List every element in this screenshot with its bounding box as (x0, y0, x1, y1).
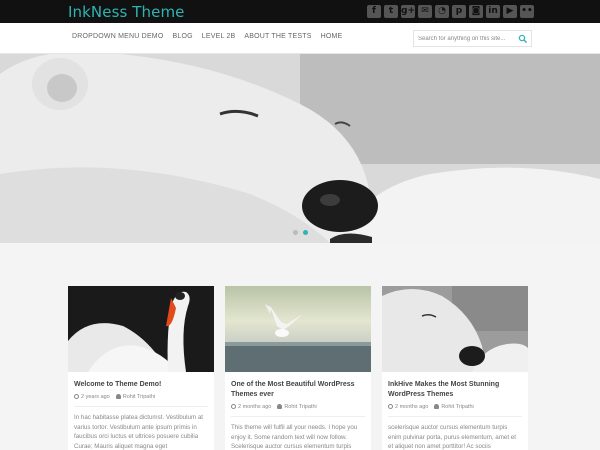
facebook-icon[interactable]: f (367, 5, 381, 18)
main-menu: DROPDOWN MENU DEMO BLOG LEVEL 2B ABOUT T… (72, 33, 342, 40)
email-icon[interactable]: ✉ (418, 5, 432, 18)
post-meta: 2 years ago Rohit Tripathi (74, 394, 208, 407)
post-date: 2 months ago (395, 404, 429, 410)
rss-icon[interactable]: ◔ (435, 5, 449, 18)
user-icon (115, 394, 121, 400)
linkedin-icon[interactable]: in (486, 5, 500, 18)
post-excerpt: In hac habitasse platea dictumst. Vestib… (74, 414, 203, 450)
clock-icon (231, 404, 236, 410)
nav-item-home[interactable]: HOME (321, 33, 343, 40)
search-icon[interactable] (518, 34, 528, 44)
twitter-icon[interactable]: t (384, 5, 398, 18)
social-icons: f t g+ ✉ ◔ p ◙ in ▶ •• (367, 5, 534, 18)
post-thumbnail-swan[interactable] (68, 286, 214, 372)
post-card[interactable]: One of the Most Beautiful WordPress Them… (225, 286, 371, 450)
post-author[interactable]: Rohit Tripathi (284, 404, 316, 410)
google-plus-icon[interactable]: g+ (401, 5, 415, 18)
post-title[interactable]: Welcome to Theme Demo! (74, 380, 208, 390)
search-box (413, 30, 532, 47)
top-bar: InkNess Theme f t g+ ✉ ◔ p ◙ in ▶ •• (0, 0, 600, 23)
slider-dot-active[interactable] (303, 230, 308, 235)
clock-icon (388, 404, 393, 410)
nav-item-blog[interactable]: BLOG (173, 33, 193, 40)
instagram-icon[interactable]: ◙ (469, 5, 483, 18)
post-title[interactable]: InkHive Makes the Most Stunning WordPres… (388, 380, 522, 400)
hero-slider[interactable] (0, 54, 600, 243)
post-title[interactable]: One of the Most Beautiful WordPress Them… (231, 380, 365, 400)
search-input[interactable] (418, 34, 516, 44)
post-excerpt: scelerisque auctor cursus elementum turp… (388, 424, 516, 450)
nav-item-level-2b[interactable]: LEVEL 2B (202, 33, 236, 40)
post-author[interactable]: Rohit Tripathi (441, 404, 473, 410)
post-thumbnail-gull[interactable] (225, 286, 371, 372)
polar-bear-image (0, 54, 600, 243)
post-card[interactable]: Welcome to Theme Demo! 2 years ago Rohit… (68, 286, 214, 450)
post-meta: 2 months ago Rohit Tripathi (231, 404, 365, 417)
post-date: 2 months ago (238, 404, 272, 410)
post-meta: 2 months ago Rohit Tripathi (388, 404, 522, 417)
post-author[interactable]: Rohit Tripathi (123, 394, 155, 400)
user-icon (434, 404, 440, 410)
nav-bar: DROPDOWN MENU DEMO BLOG LEVEL 2B ABOUT T… (0, 23, 600, 54)
post-excerpt: This theme will fulfil all your needs. I… (231, 424, 358, 450)
pinterest-icon[interactable]: p (452, 5, 466, 18)
slider-dots (293, 230, 308, 235)
nav-item-about-the-tests[interactable]: ABOUT THE TESTS (244, 33, 311, 40)
post-card[interactable]: InkHive Makes the Most Stunning WordPres… (382, 286, 528, 450)
site-title[interactable]: InkNess Theme (68, 3, 185, 21)
post-date: 2 years ago (81, 394, 110, 400)
youtube-icon[interactable]: ▶ (503, 5, 517, 18)
clock-icon (74, 394, 79, 400)
flickr-icon[interactable]: •• (520, 5, 534, 18)
nav-item-dropdown-menu-demo[interactable]: DROPDOWN MENU DEMO (72, 33, 164, 40)
slider-dot[interactable] (293, 230, 298, 235)
post-thumbnail-polar-bear[interactable] (382, 286, 528, 372)
user-icon (277, 404, 283, 410)
